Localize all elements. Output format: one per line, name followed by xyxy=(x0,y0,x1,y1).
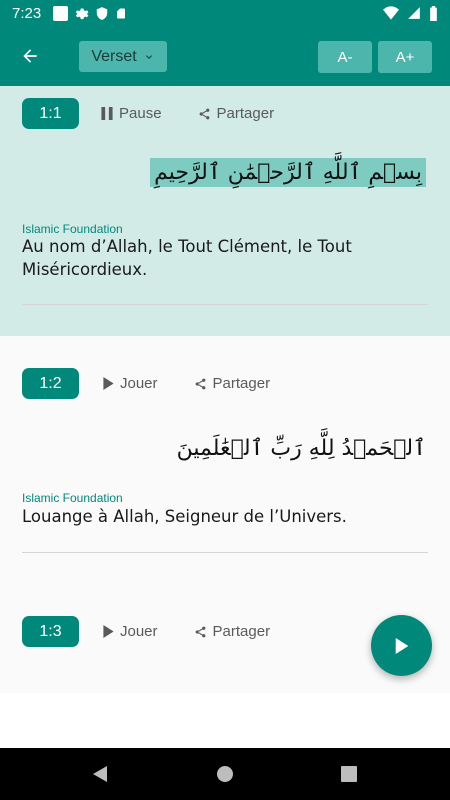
pause-label: Pause xyxy=(119,105,162,122)
verse-item: 1:2 Jouer Partager ٱلۡحَمۡدُ لِلَّهِ رَب… xyxy=(0,336,450,566)
play-label: Jouer xyxy=(120,623,158,640)
nav-home-icon xyxy=(217,766,233,782)
pause-icon xyxy=(101,107,113,120)
verse-dropdown[interactable]: Verset xyxy=(79,41,167,72)
chevron-down-icon xyxy=(145,54,152,59)
nav-recents-icon xyxy=(341,766,357,782)
system-nav-bar xyxy=(0,748,450,800)
battery-icon xyxy=(430,5,437,21)
play-button[interactable]: Jouer xyxy=(103,375,158,392)
status-bar: 7:23 xyxy=(0,0,450,26)
notification-icon xyxy=(53,5,69,21)
translation-text: Louange à Allah, Seigneur de l’Univers. xyxy=(22,507,347,526)
pause-button[interactable]: Pause xyxy=(101,105,162,122)
divider xyxy=(22,304,428,305)
play-label: Jouer xyxy=(120,375,158,392)
nav-back-button[interactable] xyxy=(88,762,112,786)
share-icon xyxy=(195,626,205,637)
verse-number-button[interactable]: 1:1 xyxy=(22,98,79,129)
nav-recents-button[interactable] xyxy=(337,762,361,786)
verse-dropdown-label: Verset xyxy=(91,47,137,65)
back-button[interactable] xyxy=(14,40,46,72)
app-bar: Verset A- A+ xyxy=(0,26,450,86)
back-arrow-icon xyxy=(23,49,37,63)
share-label: Partager xyxy=(212,375,271,392)
play-icon xyxy=(395,637,408,654)
share-icon xyxy=(199,108,209,119)
nav-back-icon xyxy=(93,766,107,782)
play-icon xyxy=(103,625,114,638)
play-icon xyxy=(103,377,114,390)
arabic-text: ٱلۡحَمۡدُ لِلَّهِ رَبِّ ٱلۡعَٰلَمِينَ xyxy=(176,436,426,461)
share-label: Partager xyxy=(212,623,271,640)
divider xyxy=(22,552,428,553)
verse-item: 1:1 Pause Partager بِسۡمِ ٱللَّهِ ٱلرَّح… xyxy=(0,86,450,336)
verse-number-button[interactable]: 1:2 xyxy=(22,368,79,399)
shield-icon xyxy=(96,6,108,20)
arabic-text: بِسۡمِ ٱللَّهِ ٱلرَّحۡمَٰنِ ٱلرَّحِيمِ xyxy=(150,158,426,187)
verse-number-button[interactable]: 1:3 xyxy=(22,616,79,647)
font-increase-button[interactable]: A+ xyxy=(378,41,432,73)
status-time: 7:23 xyxy=(12,4,42,22)
nav-home-button[interactable] xyxy=(213,762,237,786)
bottom-area xyxy=(0,693,450,748)
signal-icon xyxy=(408,7,420,19)
share-button[interactable]: Partager xyxy=(198,105,275,122)
play-button[interactable]: Jouer xyxy=(103,623,158,640)
settings-icon xyxy=(76,8,89,19)
translation-source: Islamic Foundation xyxy=(22,491,123,505)
share-button[interactable]: Partager xyxy=(194,623,271,640)
wifi-icon xyxy=(383,6,399,20)
share-label: Partager xyxy=(216,105,275,122)
share-button[interactable]: Partager xyxy=(194,375,271,392)
translation-text: Au nom d’Allah, le Tout Clément, le Tout… xyxy=(22,237,352,279)
font-decrease-button[interactable]: A- xyxy=(318,41,372,73)
play-all-fab[interactable] xyxy=(371,615,432,676)
sd-card-icon xyxy=(117,8,126,18)
translation-source: Islamic Foundation xyxy=(22,222,123,236)
share-icon xyxy=(195,378,205,389)
